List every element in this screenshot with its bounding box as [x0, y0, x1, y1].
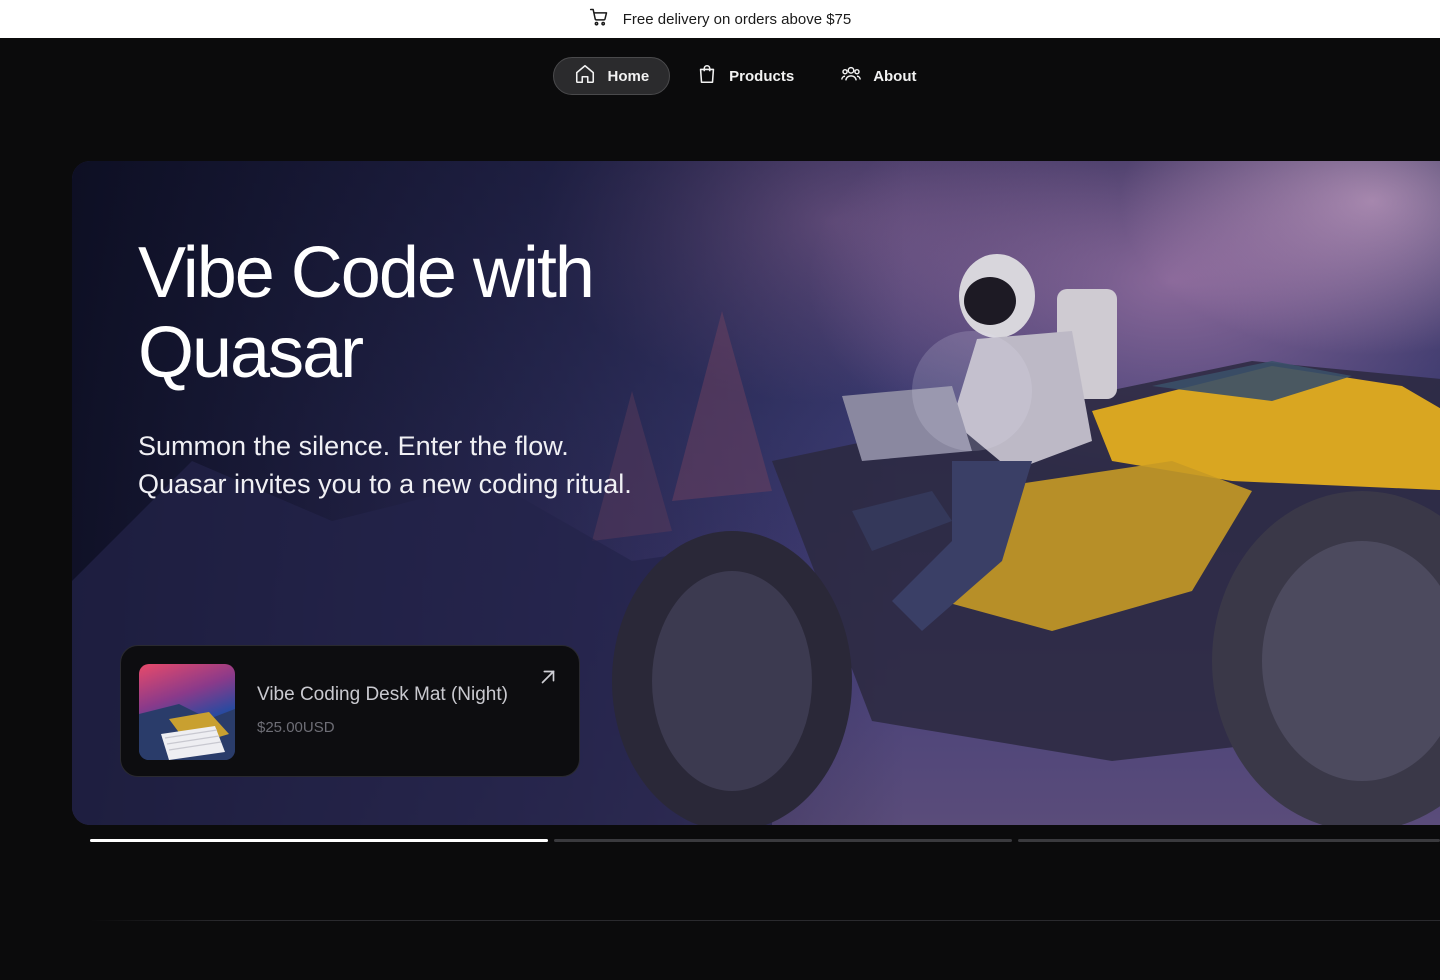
hero-subtitle-line: Quasar invites you to a new coding ritua…	[138, 469, 632, 499]
nav-item-label: About	[873, 67, 917, 85]
section-divider	[90, 920, 1440, 921]
slider-indicator-1[interactable]	[90, 839, 548, 842]
nav-item-products[interactable]: Products	[676, 57, 814, 95]
nav-item-label: Home	[607, 67, 650, 85]
announcement-text: Free delivery on orders above $75	[622, 10, 852, 28]
slider-indicator-fill	[90, 839, 548, 842]
hero-title: Vibe Code with Quasar	[138, 233, 738, 393]
users-icon	[840, 63, 862, 89]
product-thumbnail	[139, 664, 235, 760]
main-nav: Home Products About	[0, 57, 1440, 95]
hero-subtitle-line: Summon the silence. Enter the flow.	[138, 431, 569, 461]
nav-item-label: Products	[729, 67, 795, 85]
shopping-bag-icon	[696, 63, 718, 89]
hero-title-line: Vibe Code with	[138, 233, 595, 313]
nav-item-home[interactable]: Home	[553, 57, 671, 95]
nav-item-about[interactable]: About	[820, 57, 936, 95]
slider-indicator-2[interactable]	[554, 839, 1012, 842]
featured-product-card[interactable]: Vibe Coding Desk Mat (Night) $25.00USD	[120, 645, 580, 777]
hero-subtitle: Summon the silence. Enter the flow. Quas…	[138, 427, 758, 503]
arrow-up-right-icon[interactable]	[537, 666, 559, 688]
hero-banner: Vibe Code with Quasar Summon the silence…	[72, 161, 1440, 825]
product-price: $25.00USD	[257, 719, 335, 736]
home-icon	[574, 63, 596, 89]
cart-icon	[589, 7, 609, 31]
hero-title-line: Quasar	[138, 313, 364, 393]
slider-indicator-3[interactable]	[1018, 839, 1440, 842]
product-title: Vibe Coding Desk Mat (Night)	[257, 684, 508, 705]
announcement-bar: Free delivery on orders above $75	[0, 0, 1440, 38]
